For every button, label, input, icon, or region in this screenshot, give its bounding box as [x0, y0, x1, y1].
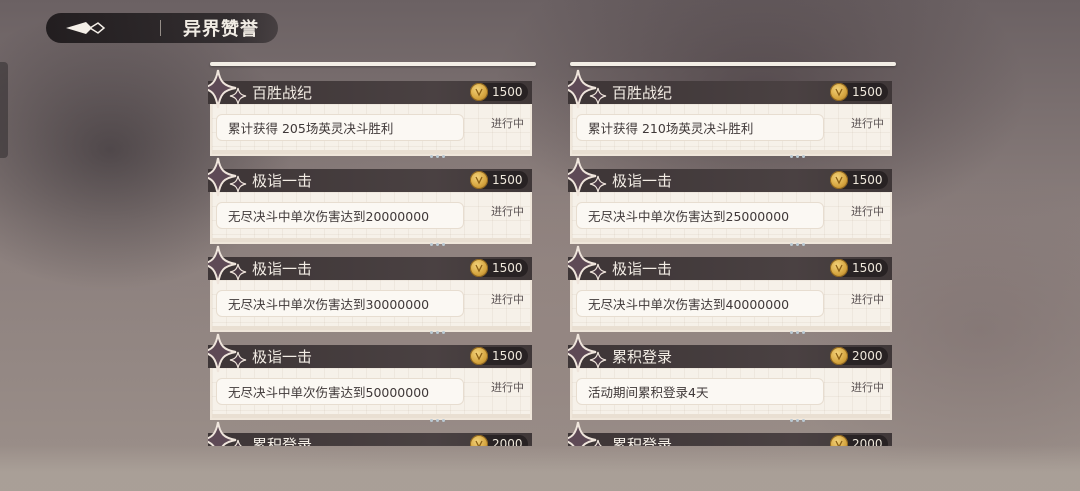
reward-badge: 1500	[470, 171, 528, 189]
coin-icon	[470, 347, 488, 365]
side-drawer-tab[interactable]	[0, 62, 8, 158]
task-status: 进行中	[491, 117, 524, 130]
bottom-fade	[0, 445, 1080, 491]
card-dots	[790, 319, 810, 334]
back-arrow-icon	[66, 22, 106, 34]
reward-amount: 1500	[852, 261, 883, 275]
page-title: 异界赞誉	[183, 19, 259, 40]
card-dots	[790, 143, 810, 158]
sparkle-star-icon	[568, 333, 607, 373]
task-status: 进行中	[491, 293, 524, 306]
achievement-card[interactable]: 累积登录 2000	[208, 414, 538, 446]
card-title: 极诣一击	[252, 260, 313, 278]
card-dots	[430, 143, 450, 158]
sparkle-star-icon	[568, 157, 607, 197]
top-header: 异界赞誉	[46, 13, 278, 43]
card-dots	[430, 319, 450, 334]
task-status: 进行中	[491, 381, 524, 394]
achievement-card[interactable]: 累积登录 2000 活动期间累积登录4天 进行中	[568, 326, 898, 422]
achievement-card[interactable]: 极诣一击 1500 无尽决斗中单次伤害达到25000000 进行中	[568, 150, 898, 246]
reward-badge: 1500	[830, 259, 888, 277]
task-status: 进行中	[851, 381, 884, 394]
card-title: 百胜战纪	[612, 84, 673, 102]
back-button[interactable]	[46, 13, 126, 43]
reward-badge: 1500	[830, 83, 888, 101]
task-description: 累计获得 205场英灵决斗胜利	[216, 114, 464, 141]
reward-amount: 1500	[492, 85, 523, 99]
card-dots	[430, 407, 450, 422]
sparkle-star-icon	[568, 245, 607, 285]
reward-badge: 1500	[470, 347, 528, 365]
achievement-list-right[interactable]: 百胜战纪 1500 累计获得 210场英灵决斗胜利 进行中 极诣一击 1500 …	[568, 62, 898, 446]
coin-icon	[830, 171, 848, 189]
achievement-card[interactable]: 累积登录 2000	[568, 414, 898, 446]
reward-amount: 2000	[852, 349, 883, 363]
task-description: 无尽决斗中单次伤害达到20000000	[216, 202, 464, 229]
coin-icon	[830, 347, 848, 365]
card-title: 极诣一击	[612, 172, 673, 190]
sparkle-star-icon	[568, 69, 607, 109]
achievement-list-left[interactable]: 百胜战纪 1500 累计获得 205场英灵决斗胜利 进行中 极诣一击 1500 …	[208, 62, 538, 446]
reward-amount: 1500	[492, 261, 523, 275]
sparkle-star-icon	[208, 69, 247, 109]
card-title: 百胜战纪	[252, 84, 313, 102]
task-description: 累计获得 210场英灵决斗胜利	[576, 114, 824, 141]
reward-badge: 1500	[830, 171, 888, 189]
sparkle-star-icon	[208, 421, 243, 446]
task-status: 进行中	[851, 117, 884, 130]
card-dots	[430, 231, 450, 246]
task-description: 无尽决斗中单次伤害达到25000000	[576, 202, 824, 229]
sparkle-star-icon	[568, 421, 603, 446]
card-title: 极诣一击	[612, 260, 673, 278]
achievement-card[interactable]: 极诣一击 1500 无尽决斗中单次伤害达到30000000 进行中	[208, 238, 538, 334]
header-divider	[160, 20, 161, 36]
card-title: 极诣一击	[252, 172, 313, 190]
reward-amount: 1500	[492, 349, 523, 363]
coin-icon	[470, 259, 488, 277]
task-description: 无尽决斗中单次伤害达到30000000	[216, 290, 464, 317]
coin-icon	[830, 259, 848, 277]
card-dots	[790, 231, 810, 246]
reward-amount: 1500	[852, 173, 883, 187]
task-status: 进行中	[491, 205, 524, 218]
task-status: 进行中	[851, 293, 884, 306]
coin-icon	[830, 83, 848, 101]
achievement-card[interactable]: 百胜战纪 1500 累计获得 205场英灵决斗胜利 进行中	[208, 62, 538, 158]
task-status: 进行中	[851, 205, 884, 218]
sparkle-star-icon	[208, 333, 247, 373]
coin-icon	[470, 83, 488, 101]
achievement-card[interactable]: 极诣一击 1500 无尽决斗中单次伤害达到50000000 进行中	[208, 326, 538, 422]
task-description: 无尽决斗中单次伤害达到40000000	[576, 290, 824, 317]
reward-amount: 1500	[492, 173, 523, 187]
task-description: 活动期间累积登录4天	[576, 378, 824, 405]
card-title: 累积登录	[612, 348, 673, 366]
reward-badge: 2000	[830, 347, 888, 365]
reward-amount: 1500	[852, 85, 883, 99]
card-dots	[790, 407, 810, 422]
reward-badge: 1500	[470, 83, 528, 101]
achievement-card[interactable]: 极诣一击 1500 无尽决斗中单次伤害达到40000000 进行中	[568, 238, 898, 334]
achievement-card[interactable]: 极诣一击 1500 无尽决斗中单次伤害达到20000000 进行中	[208, 150, 538, 246]
task-description: 无尽决斗中单次伤害达到50000000	[216, 378, 464, 405]
reward-badge: 1500	[470, 259, 528, 277]
coin-icon	[470, 171, 488, 189]
achievement-card[interactable]: 百胜战纪 1500 累计获得 210场英灵决斗胜利 进行中	[568, 62, 898, 158]
card-title: 极诣一击	[252, 348, 313, 366]
sparkle-star-icon	[208, 245, 247, 285]
sparkle-star-icon	[208, 157, 247, 197]
